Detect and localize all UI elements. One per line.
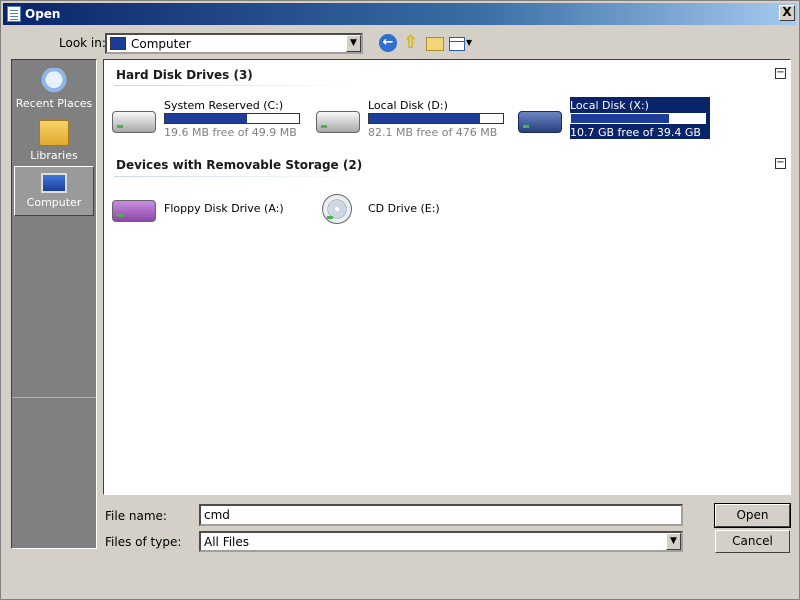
notepad-icon <box>7 6 21 22</box>
look-in-combo[interactable]: Computer ▼ <box>105 33 363 54</box>
usage-fill <box>165 114 247 123</box>
window-title: Open <box>25 7 61 21</box>
places-bar-empty <box>12 397 96 548</box>
libraries-icon <box>39 120 69 146</box>
computer-icon <box>110 37 126 50</box>
open-button[interactable]: Open <box>714 503 791 528</box>
file-list-view[interactable]: Hard Disk Drives (3) − System Reserved (… <box>103 59 791 495</box>
drive-name: Floppy Disk Drive (A:) <box>164 202 284 215</box>
usage-bar <box>164 113 300 124</box>
drive-d[interactable]: Local Disk (D:) 82.1 MB free of 476 MB <box>316 99 516 143</box>
chevron-down-icon[interactable]: ▼ <box>346 35 361 52</box>
look-in-value: Computer <box>131 36 191 51</box>
hard-drive-icon <box>518 111 562 133</box>
usage-bar <box>570 113 706 124</box>
computer-icon <box>41 173 67 193</box>
drive-a[interactable]: Floppy Disk Drive (A:) <box>112 188 312 232</box>
hard-drive-icon <box>316 111 360 133</box>
drive-free: 82.1 MB free of 476 MB <box>368 126 498 139</box>
drive-c[interactable]: System Reserved (C:) 19.6 MB free of 49.… <box>112 99 312 143</box>
collapse-hdd-icon[interactable]: − <box>775 68 786 79</box>
drive-name: Local Disk (D:) <box>368 99 448 112</box>
place-computer[interactable]: Computer <box>14 166 94 216</box>
place-libraries[interactable]: Libraries <box>14 116 94 166</box>
views-menu-icon[interactable] <box>449 37 465 51</box>
file-name-input[interactable]: cmd <box>199 504 683 526</box>
title-bar[interactable]: Open X <box>3 3 797 25</box>
up-folder-icon[interactable]: ⇧ <box>403 34 421 52</box>
place-label: Libraries <box>30 149 78 162</box>
hard-drive-icon <box>112 111 156 133</box>
views-dropdown-arrow-icon[interactable]: ▼ <box>466 38 472 47</box>
place-label: Recent Places <box>15 97 93 110</box>
look-in-label: Look in: <box>59 36 106 50</box>
file-type-combo[interactable]: All Files ▼ <box>199 531 683 552</box>
back-arrow-icon[interactable]: ← <box>379 34 397 52</box>
drive-free: 10.7 GB free of 39.4 GB <box>570 126 701 139</box>
open-dialog: Open X Look in: Computer ▼ ← ⇧ ▼ Recent … <box>0 0 800 600</box>
place-label: Computer <box>26 196 82 209</box>
cancel-button[interactable]: Cancel <box>715 530 790 553</box>
close-button[interactable]: X <box>779 5 795 21</box>
drive-name: Local Disk (X:) <box>570 99 649 112</box>
place-recent-places[interactable]: Recent Places <box>14 64 94 114</box>
new-folder-icon[interactable] <box>426 37 444 51</box>
drive-x[interactable]: Local Disk (X:) 10.7 GB free of 39.4 GB <box>518 96 718 143</box>
drive-name: System Reserved (C:) <box>164 99 284 112</box>
group-header-hdd: Hard Disk Drives (3) <box>116 68 253 82</box>
usage-fill <box>571 114 669 123</box>
file-type-label: Files of type: <box>105 535 182 549</box>
file-type-value: All Files <box>204 535 250 549</box>
divider <box>114 176 364 177</box>
file-name-label: File name: <box>105 509 167 523</box>
drive-free: 19.6 MB free of 49.9 MB <box>164 126 297 139</box>
recent-places-icon <box>39 68 69 94</box>
chevron-down-icon[interactable]: ▼ <box>666 533 681 550</box>
places-bar: Recent Places Libraries Computer <box>11 59 97 549</box>
usage-bar <box>368 113 504 124</box>
collapse-removable-icon[interactable]: − <box>775 158 786 169</box>
cd-drive-icon <box>322 194 352 224</box>
divider <box>114 85 364 86</box>
drive-name: CD Drive (E:) <box>368 202 440 215</box>
floppy-drive-icon <box>112 200 156 222</box>
group-header-removable: Devices with Removable Storage (2) <box>116 158 363 172</box>
drive-e[interactable]: CD Drive (E:) <box>316 188 516 232</box>
usage-fill <box>369 114 481 123</box>
